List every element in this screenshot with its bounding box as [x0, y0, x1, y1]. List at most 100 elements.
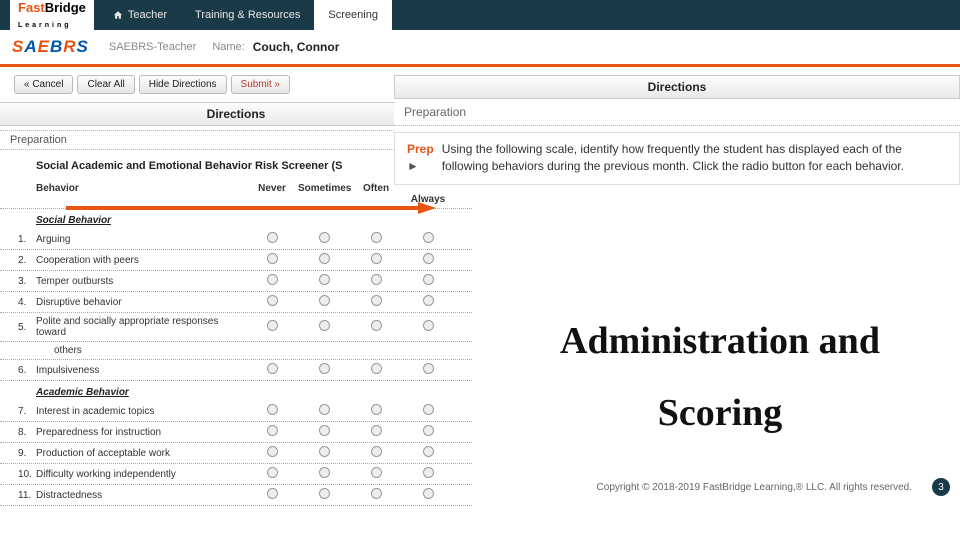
radio-button[interactable] — [423, 425, 434, 436]
radio-button[interactable] — [267, 363, 278, 374]
table-row: 2.Cooperation with peers — [0, 250, 472, 271]
toolbar: « Cancel Clear All Hide Directions Submi… — [14, 75, 458, 94]
radio-button[interactable] — [267, 404, 278, 415]
row-number: 1. — [18, 234, 36, 245]
table-row: 7.Interest in academic topics — [0, 401, 472, 422]
radio-button[interactable] — [423, 404, 434, 415]
radio-button[interactable] — [371, 425, 382, 436]
home-icon — [112, 10, 124, 20]
radio-cell — [246, 363, 298, 377]
slide-title-line1: Administration and — [480, 305, 960, 377]
radio-button[interactable] — [267, 232, 278, 243]
radio-cell — [298, 232, 350, 246]
radio-cell — [350, 404, 402, 418]
row-label: Difficulty working independently — [36, 469, 246, 480]
row-number: 11. — [18, 490, 36, 501]
hide-directions-button[interactable]: Hide Directions — [139, 75, 227, 94]
radio-cell — [402, 363, 454, 377]
radio-button[interactable] — [371, 488, 382, 499]
radio-cell — [298, 488, 350, 502]
radio-button[interactable] — [371, 274, 382, 285]
row-label: Interest in academic topics — [36, 406, 246, 417]
radio-button[interactable] — [423, 363, 434, 374]
radio-button[interactable] — [319, 274, 330, 285]
radio-button[interactable] — [371, 320, 382, 331]
radio-button[interactable] — [423, 274, 434, 285]
radio-button[interactable] — [267, 467, 278, 478]
radio-button[interactable] — [371, 295, 382, 306]
row-number: 7. — [18, 406, 36, 417]
overlay-preparation-header: Preparation — [394, 99, 960, 126]
radio-cell — [350, 253, 402, 267]
radio-cell — [350, 274, 402, 288]
radio-cell — [246, 232, 298, 246]
table-row: 4.Disruptive behavior — [0, 292, 472, 313]
radio-button[interactable] — [423, 320, 434, 331]
radio-button[interactable] — [267, 488, 278, 499]
nav-screening[interactable]: Screening — [314, 0, 392, 30]
radio-button[interactable] — [423, 488, 434, 499]
radio-button[interactable] — [371, 404, 382, 415]
radio-button[interactable] — [319, 253, 330, 264]
radio-button[interactable] — [423, 232, 434, 243]
radio-button[interactable] — [319, 295, 330, 306]
radio-cell — [246, 404, 298, 418]
radio-button[interactable] — [319, 363, 330, 374]
radio-button[interactable] — [319, 404, 330, 415]
radio-button[interactable] — [267, 320, 278, 331]
radio-button[interactable] — [267, 253, 278, 264]
radio-cell — [402, 253, 454, 267]
row-number: 9. — [18, 448, 36, 459]
radio-button[interactable] — [371, 232, 382, 243]
table-row: 9.Production of acceptable work — [0, 443, 472, 464]
prep-instruction-text: Using the following scale, identify how … — [442, 141, 947, 176]
submit-button[interactable]: Submit » — [231, 75, 290, 94]
nav-training[interactable]: Training & Resources — [181, 0, 314, 30]
row-label: Cooperation with peers — [36, 255, 246, 266]
radio-button[interactable] — [423, 295, 434, 306]
radio-button[interactable] — [267, 295, 278, 306]
radio-button[interactable] — [371, 446, 382, 457]
radio-button[interactable] — [423, 446, 434, 457]
row-label: Polite and socially appropriate response… — [36, 316, 246, 338]
radio-button[interactable] — [319, 488, 330, 499]
row-label: Impulsiveness — [36, 365, 246, 376]
radio-cell — [350, 467, 402, 481]
radio-cell — [298, 467, 350, 481]
radio-button[interactable] — [267, 274, 278, 285]
radio-button[interactable] — [319, 232, 330, 243]
fastbridge-logo: FastBridgeLearning — [10, 0, 94, 32]
row-number: 3. — [18, 276, 36, 287]
table-row: 11.Distractedness — [0, 485, 472, 506]
radio-button[interactable] — [371, 467, 382, 478]
radio-cell — [402, 467, 454, 481]
radio-button[interactable] — [319, 425, 330, 436]
radio-button[interactable] — [371, 253, 382, 264]
radio-cell — [402, 320, 454, 334]
row-label: Arguing — [36, 234, 246, 245]
slide-title: Administration and Scoring — [480, 305, 960, 449]
clear-all-button[interactable]: Clear All — [77, 75, 134, 94]
radio-button[interactable] — [371, 363, 382, 374]
callout-arrow — [66, 201, 436, 215]
radio-cell — [402, 295, 454, 309]
copyright-text: Copyright © 2018-2019 FastBridge Learnin… — [597, 482, 912, 493]
radio-cell — [246, 253, 298, 267]
radio-cell — [402, 446, 454, 460]
main-area: « Cancel Clear All Hide Directions Submi… — [0, 75, 960, 506]
cancel-button[interactable]: « Cancel — [14, 75, 73, 94]
saebrs-logo: SAEBRS — [0, 37, 101, 57]
radio-cell — [298, 320, 350, 334]
radio-button[interactable] — [423, 467, 434, 478]
radio-cell — [350, 363, 402, 377]
radio-button[interactable] — [319, 446, 330, 457]
radio-button[interactable] — [267, 446, 278, 457]
name-label: Name: — [204, 41, 252, 53]
radio-cell — [402, 404, 454, 418]
radio-button[interactable] — [319, 320, 330, 331]
nav-teacher[interactable]: Teacher — [98, 0, 181, 30]
radio-button[interactable] — [267, 425, 278, 436]
radio-cell — [350, 295, 402, 309]
radio-button[interactable] — [319, 467, 330, 478]
radio-button[interactable] — [423, 253, 434, 264]
